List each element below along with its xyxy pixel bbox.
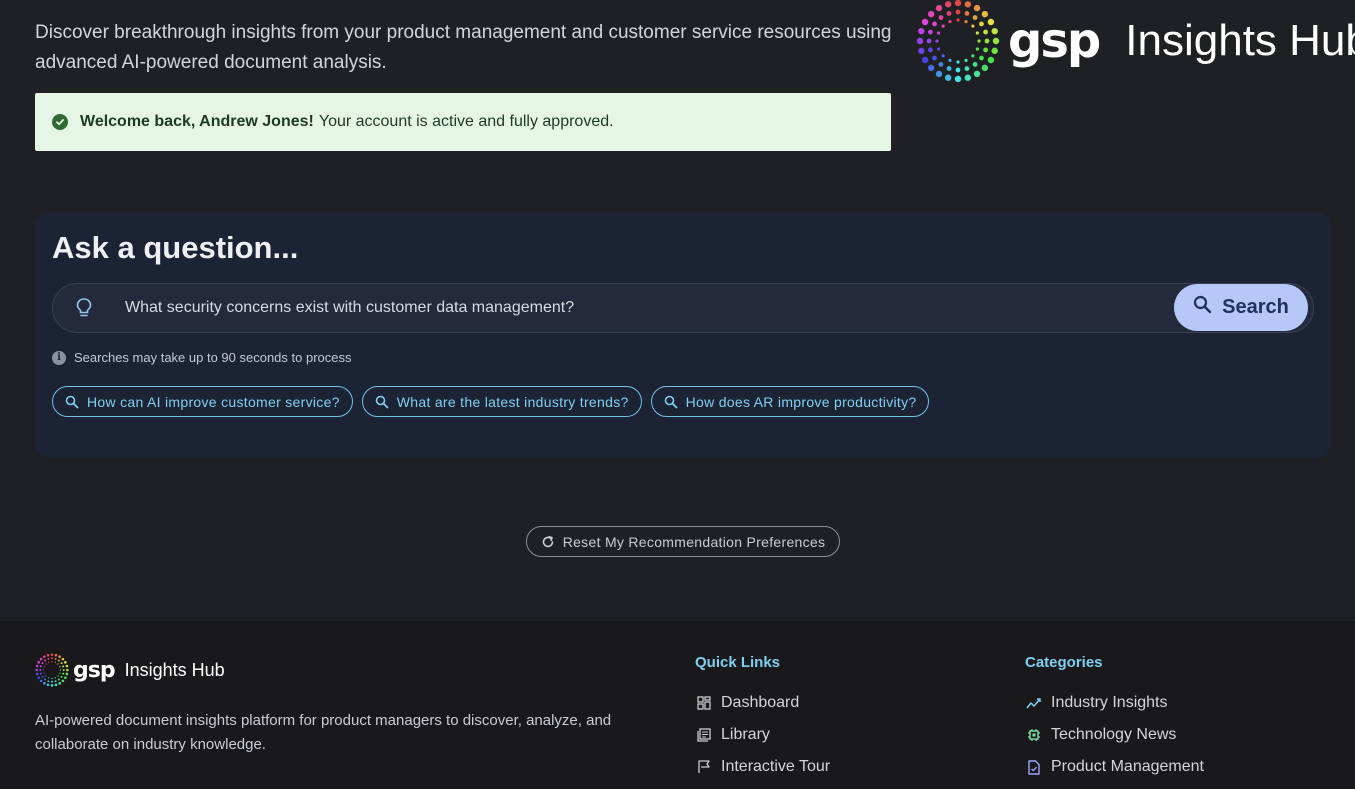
footer-category-product[interactable]: Product Management [1025,751,1204,783]
categories-heading: Categories [1025,654,1103,671]
brand-logo-icon [916,0,1000,82]
check-circle-icon [52,114,68,130]
footer-link-library[interactable]: Library [695,719,830,751]
footer-link-label: Library [721,726,770,743]
search-hint-text: Searches may take up to 90 seconds to pr… [74,350,352,365]
library-icon [695,727,712,744]
reset-preferences-label: Reset My Recommendation Preferences [562,533,826,550]
footer-link-dashboard[interactable]: Dashboard [695,687,830,719]
info-icon: i [52,350,66,365]
search-bar: Search [52,283,1314,333]
flag-icon [695,759,712,776]
refresh-icon [542,535,553,547]
suggestion-chip-label: What are the latest industry trends? [396,393,629,410]
search-icon [664,395,677,408]
suggestion-chip[interactable]: How does AR improve productivity? [650,386,930,417]
search-icon [1194,295,1212,314]
brand-header[interactable]: gsp Insights Hub [916,0,1355,82]
footer-category-technology[interactable]: Technology News [1025,719,1204,751]
chip-icon [1025,727,1042,744]
ask-question-card: Ask a question... Search i Searches may … [35,212,1331,458]
lightbulb-icon [75,297,93,324]
footer-category-label: Industry Insights [1051,694,1168,711]
suggestion-chip-label: How does AR improve productivity? [685,393,917,410]
welcome-message: Your account is active and fully approve… [318,113,614,130]
suggestion-chip[interactable]: How can AI improve customer service? [52,386,353,417]
brand-title: Insights Hub [1125,16,1355,65]
search-button[interactable]: Search [1174,284,1308,331]
suggestion-chip-label: How can AI improve customer service? [87,393,340,410]
search-icon [375,395,389,408]
search-icon [65,395,79,408]
footer-link-tour[interactable]: Interactive Tour [695,751,830,783]
footer-category-label: Technology News [1051,726,1177,743]
footer-category-industry[interactable]: Industry Insights [1025,687,1204,719]
footer-logo-text: gsp [73,657,116,683]
footer-brand[interactable]: gsp Insights Hub [35,653,225,687]
welcome-alert: Welcome back, Andrew Jones! Your account… [35,93,891,151]
footer-title: Insights Hub [124,659,225,680]
footer-category-label: Product Management [1051,758,1204,775]
footer-link-label: Dashboard [721,694,800,711]
search-input[interactable] [125,284,1165,332]
hero-section: Discover breakthrough insights from your… [0,0,1355,621]
reset-preferences-button[interactable]: Reset My Recommendation Preferences [526,526,840,557]
footer-description: AI-powered document insights platform fo… [35,712,612,753]
trend-icon [1025,695,1042,712]
ask-title: Ask a question... [52,230,299,265]
document-icon [1025,759,1042,776]
dashboard-icon [695,695,712,712]
suggestion-chip[interactable]: What are the latest industry trends? [361,386,642,417]
suggestion-chips: How can AI improve customer service? Wha… [52,386,930,417]
categories-column: Categories Industry Insights Technology … [1025,654,1204,783]
footer: gsp Insights Hub AI-powered document ins… [0,621,1355,789]
footer-link-label: Interactive Tour [721,758,831,775]
welcome-name: Welcome back, Andrew Jones! [80,113,314,130]
quick-links-column: Quick Links Dashboard Library Interactiv… [695,654,830,783]
search-button-label: Search [1222,296,1289,318]
hero-description: Discover breakthrough insights from your… [35,22,892,73]
footer-logo-icon [35,653,69,687]
search-hint: i Searches may take up to 90 seconds to … [52,350,352,365]
quick-links-heading: Quick Links [695,654,781,671]
brand-logo-text: gsp [1008,13,1101,69]
